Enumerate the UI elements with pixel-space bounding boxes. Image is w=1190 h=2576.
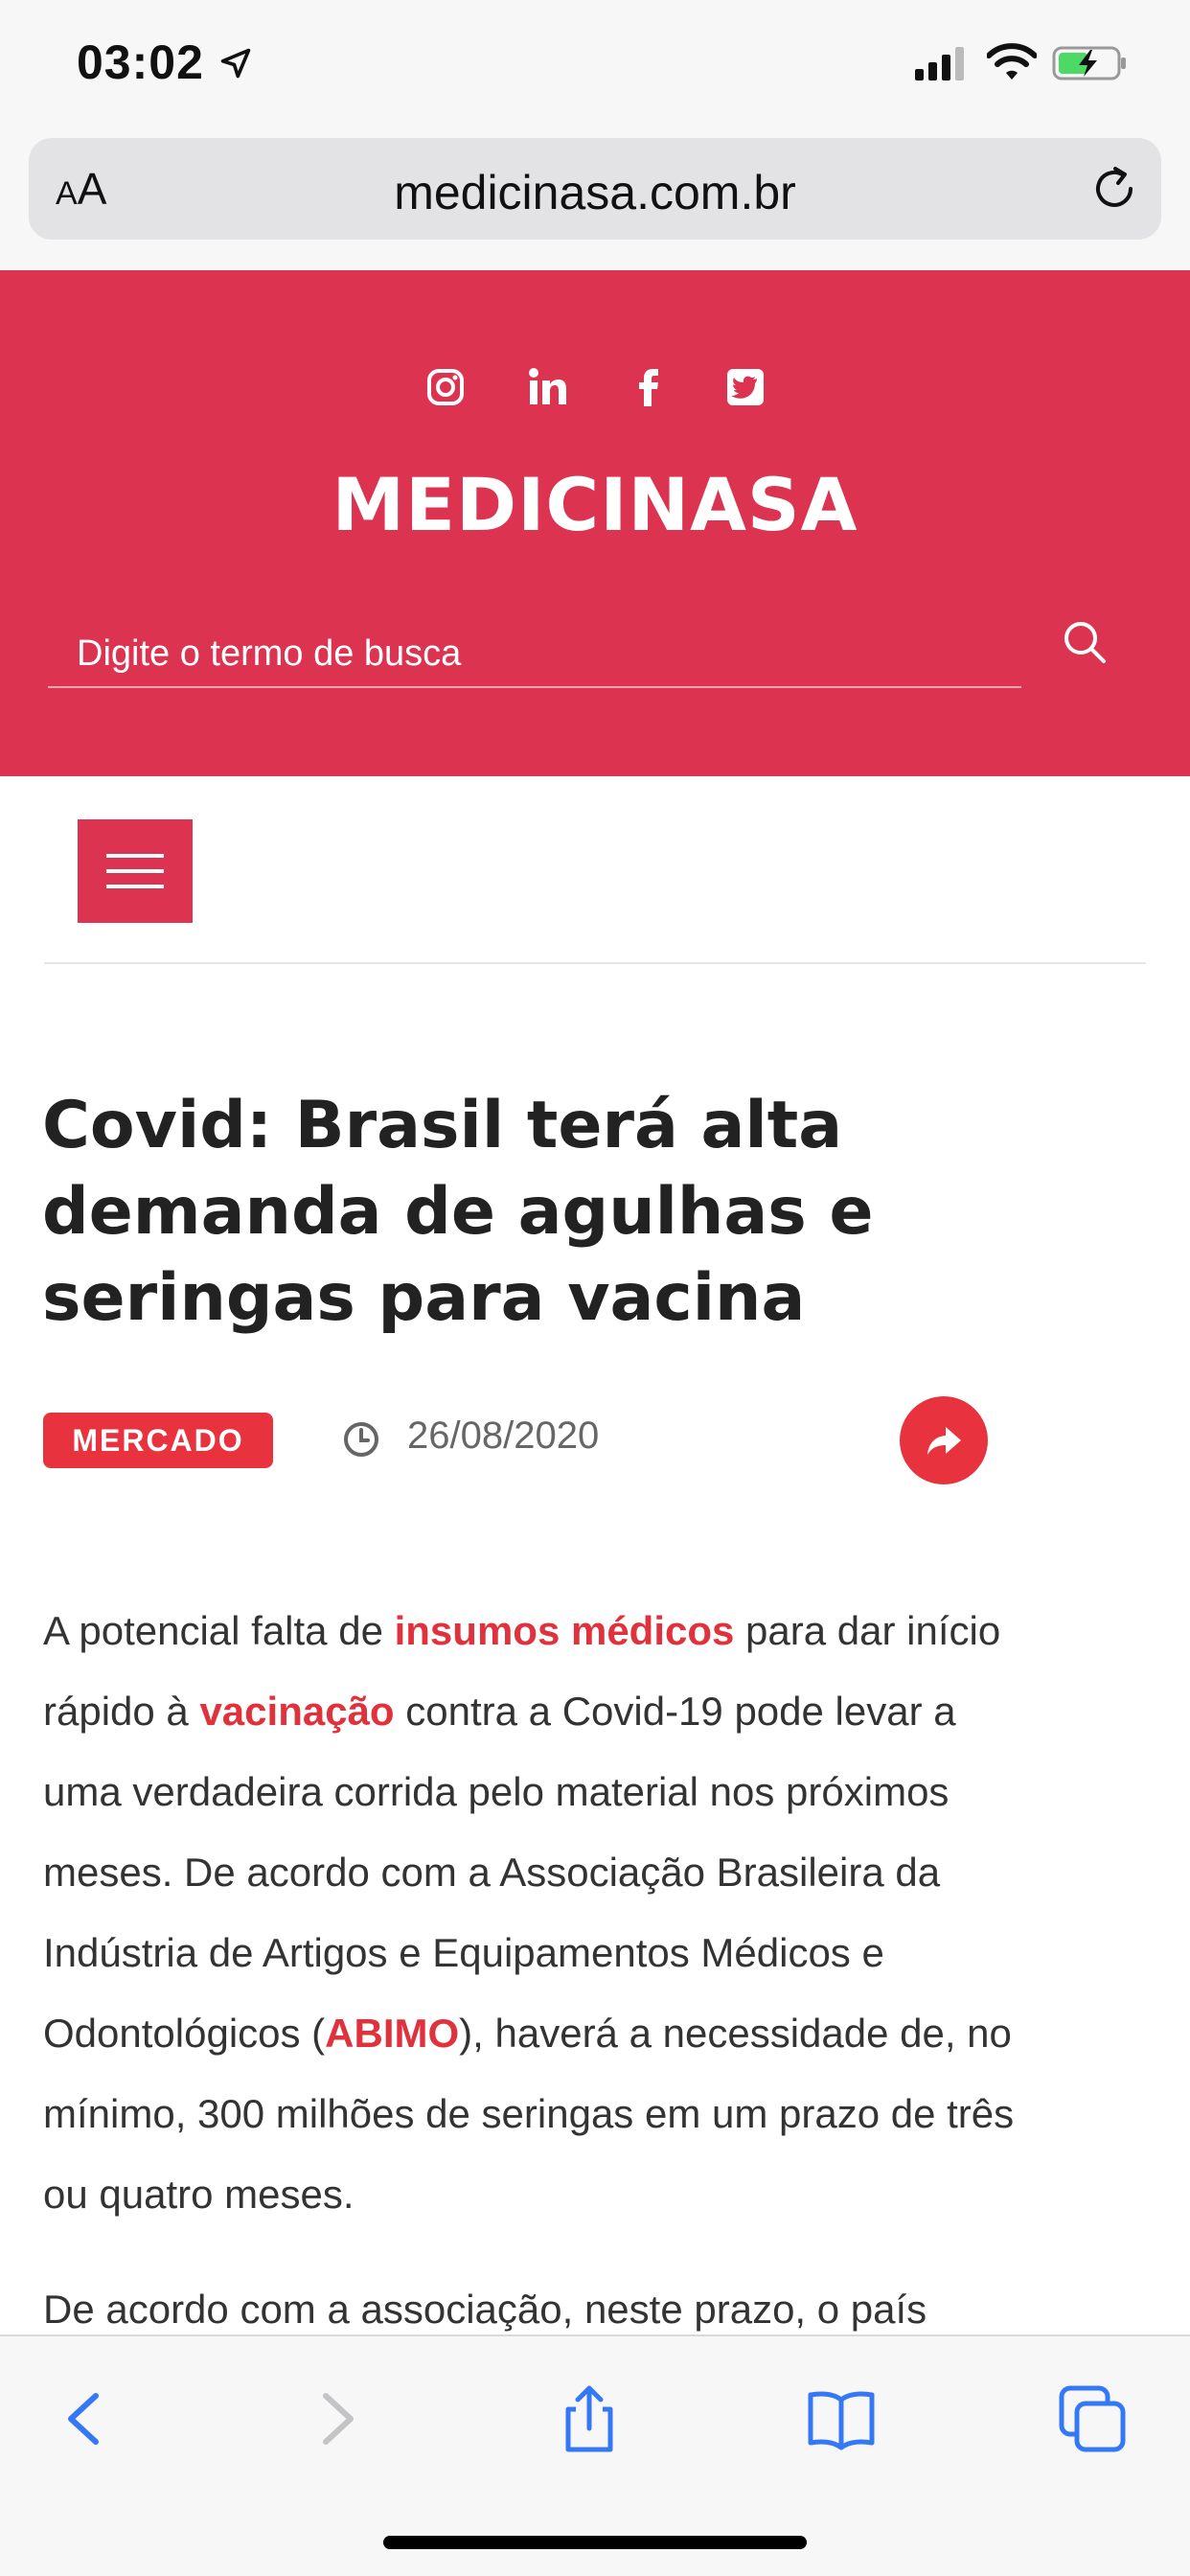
cellular-signal-icon xyxy=(915,47,964,80)
status-time: 03:02 xyxy=(77,35,204,89)
search-icon[interactable] xyxy=(1062,619,1108,665)
battery-charging-icon xyxy=(1052,46,1126,80)
link-abimo[interactable]: ABIMO xyxy=(325,2011,459,2056)
home-indicator xyxy=(383,2536,807,2549)
url-text[interactable]: medicinasa.com.br xyxy=(29,165,1161,220)
status-bar: 03:02 xyxy=(0,0,1190,126)
bookmarks-icon[interactable] xyxy=(803,2380,880,2457)
publish-date: 26/08/2020 xyxy=(407,1414,600,1457)
link-insumos-medicos[interactable]: insumos médicos xyxy=(395,1608,735,1653)
article-headline: Covid: Brasil terá alta demanda de agulh… xyxy=(42,1088,874,1336)
wifi-icon xyxy=(987,43,1037,80)
browser-address-area: AA medicinasa.com.br xyxy=(0,126,1190,270)
menu-button[interactable] xyxy=(78,819,193,923)
social-icons xyxy=(0,366,1190,414)
tabs-icon[interactable] xyxy=(1054,2380,1131,2457)
site-logo[interactable]: MEDICINASA xyxy=(0,462,1190,547)
forward-icon[interactable] xyxy=(297,2380,374,2457)
facebook-icon[interactable] xyxy=(628,366,670,408)
article-paragraph: A potencial falta de insumos médicos par… xyxy=(43,1608,1015,2217)
location-arrow-icon xyxy=(220,48,251,79)
site-header: MEDICINASA xyxy=(0,270,1190,776)
reload-icon[interactable] xyxy=(1088,163,1140,215)
hamburger-icon xyxy=(106,854,164,858)
share-arrow-icon xyxy=(927,1427,961,1455)
share-button[interactable] xyxy=(900,1396,988,1484)
category-tag[interactable]: MERCADO xyxy=(43,1413,273,1468)
back-icon[interactable] xyxy=(48,2380,125,2457)
address-bar[interactable]: AA medicinasa.com.br xyxy=(29,138,1161,240)
instagram-icon[interactable] xyxy=(424,366,467,408)
link-vacinacao[interactable]: vacinação xyxy=(199,1689,394,1734)
twitter-icon[interactable] xyxy=(724,366,767,408)
clock-icon xyxy=(344,1422,378,1457)
share-icon[interactable] xyxy=(551,2380,628,2457)
linkedin-icon[interactable] xyxy=(526,366,568,408)
divider xyxy=(44,962,1146,964)
search-input[interactable] xyxy=(48,621,1021,688)
